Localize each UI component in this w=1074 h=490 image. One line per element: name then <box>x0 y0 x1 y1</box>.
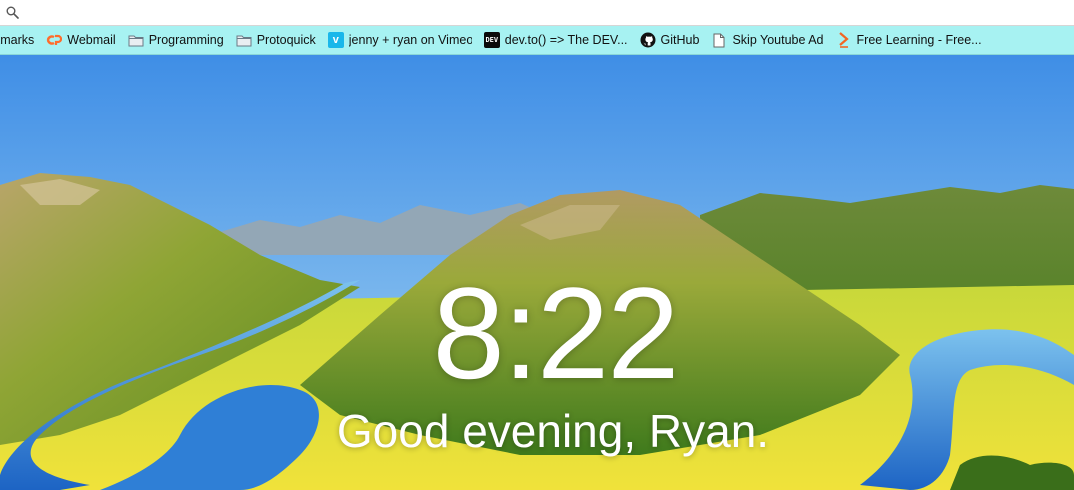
search-icon <box>6 6 19 19</box>
address-bar[interactable] <box>0 0 1074 26</box>
bookmark-label: Free Learning - Free... <box>856 33 982 47</box>
greeting-message: Good evening, Ryan. <box>0 408 1074 454</box>
bookmark-free-learning[interactable]: Free Learning - Free... <box>830 29 988 51</box>
folder-icon <box>128 32 144 48</box>
packt-icon <box>836 32 852 48</box>
bookmark-label: kmarks <box>0 33 35 47</box>
bookmark-folder-protoquick[interactable]: Protoquick <box>230 29 322 51</box>
bookmarks-bar: kmarks Webmail Programming Protoquick v … <box>0 26 1074 55</box>
clock-time: 8:22 <box>0 268 1074 398</box>
vimeo-icon: v <box>327 32 344 48</box>
address-input[interactable] <box>25 1 1074 24</box>
bookmark-label: GitHub <box>660 33 700 47</box>
folder-icon <box>236 32 252 48</box>
bookmark-label: Programming <box>148 33 224 47</box>
bookmark-label: Skip Youtube Ad <box>732 33 824 47</box>
bookmark-skip-youtube-ad[interactable]: Skip Youtube Ad <box>705 29 829 51</box>
bookmark-github[interactable]: GitHub <box>634 29 706 51</box>
clock-time-text: 8:22 <box>432 260 679 406</box>
greeting-text: Good evening, Ryan. <box>336 405 770 457</box>
dev-icon: DEV <box>483 32 500 48</box>
bookmark-label: jenny + ryan on Vimeo <box>348 33 472 47</box>
bookmark-dev-to[interactable]: DEV dev.to() => The DEV... <box>478 29 634 51</box>
bookmark-vimeo[interactable]: v jenny + ryan on Vimeo <box>322 29 478 51</box>
bookmark-folder-programming[interactable]: Programming <box>122 29 230 51</box>
cpanel-icon <box>46 32 63 48</box>
bookmark-label: Protoquick <box>256 33 316 47</box>
page-icon <box>711 32 727 48</box>
bookmark-label: dev.to() => The DEV... <box>504 33 628 47</box>
github-icon <box>640 32 656 48</box>
bookmark-other-bookmarks[interactable]: kmarks <box>0 29 40 51</box>
bookmark-webmail[interactable]: Webmail <box>40 29 121 51</box>
bookmark-label: Webmail <box>67 33 116 47</box>
